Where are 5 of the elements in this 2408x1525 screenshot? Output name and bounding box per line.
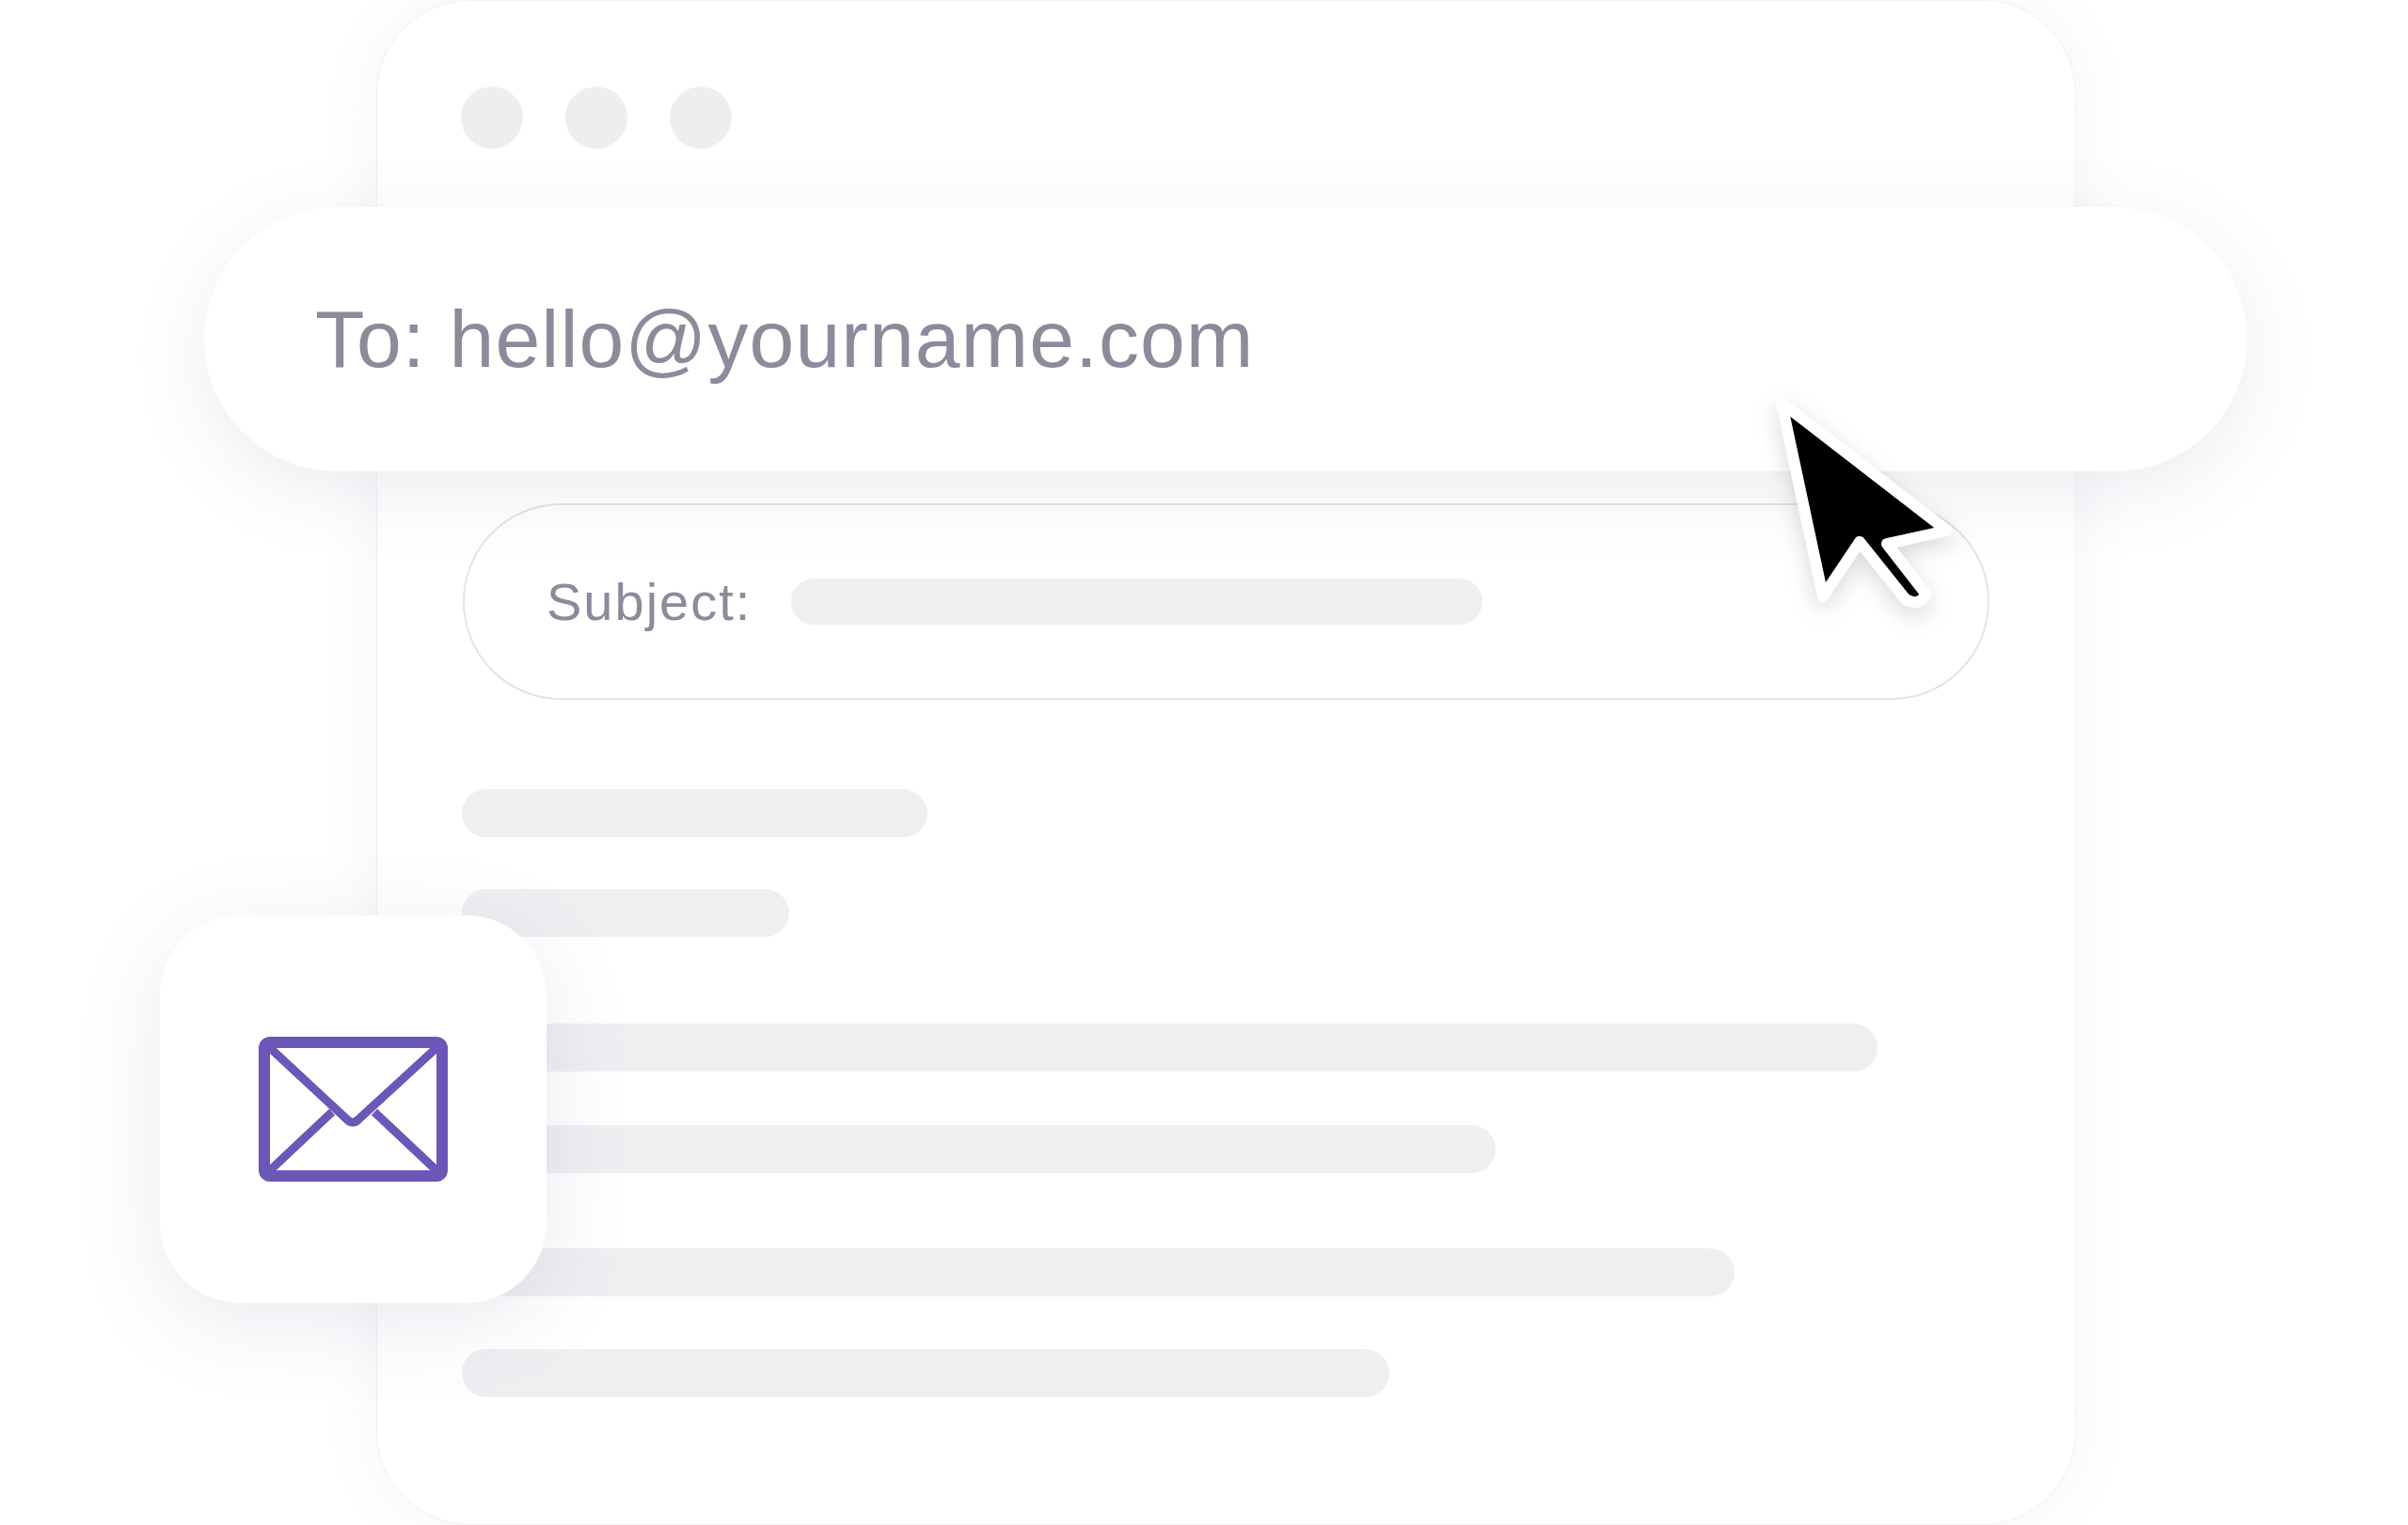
recipient-field[interactable]: To: hello@yourname.com — [204, 207, 2247, 471]
envelope-icon — [259, 1037, 448, 1182]
subject-field[interactable]: Subject: — [463, 503, 1989, 700]
recipient-address: To: hello@yourname.com — [315, 293, 1255, 386]
subject-label: Subject: — [547, 570, 752, 633]
